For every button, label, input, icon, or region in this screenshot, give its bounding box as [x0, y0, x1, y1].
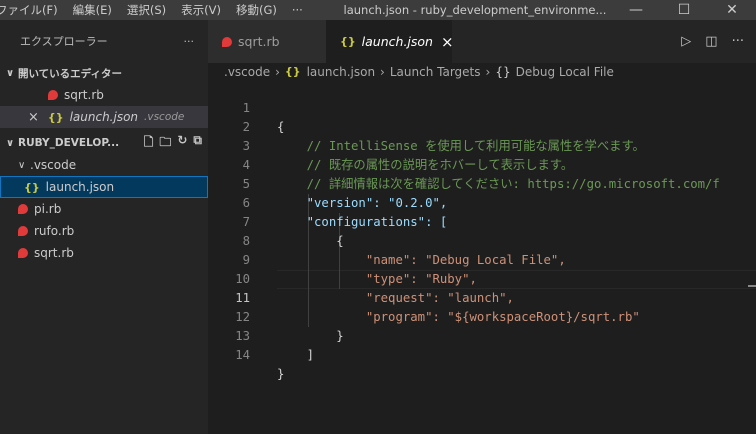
json-file-icon: {}: [284, 65, 301, 78]
ruby-file-icon: [18, 226, 28, 236]
chevron-down-icon: ∨: [18, 159, 26, 171]
collapse-all-icon[interactable]: ⧉: [193, 133, 202, 154]
breadcrumb-item[interactable]: Debug Local File: [516, 65, 614, 79]
folder-label: RUBY_DEVELOP...: [18, 137, 120, 149]
tree-item-label: .vscode: [30, 158, 77, 172]
tab-label: sqrt.rb: [238, 34, 280, 49]
window-title: launch.json - ruby_development_environme…: [343, 3, 607, 17]
json-file-icon: {}: [340, 35, 356, 48]
chevron-right-icon: ›: [380, 64, 385, 79]
breadcrumb: .vscode › {} launch.json › Launch Target…: [208, 63, 756, 80]
code-line: 2 // IntelliSense を使用して利用可能な属性を学べます。: [208, 99, 756, 153]
breadcrumb-item[interactable]: Launch Targets: [390, 65, 481, 79]
ruby-file-icon: [48, 90, 58, 100]
explorer-more-button[interactable]: ···: [184, 35, 195, 48]
tab-label: launch.json: [361, 34, 433, 49]
chevron-right-icon: ›: [275, 64, 280, 79]
code-text: ]: [277, 348, 315, 362]
menu-go[interactable]: 移動(G): [228, 0, 284, 20]
tree-item-file[interactable]: pi.rb: [0, 198, 208, 220]
open-editor-label: launch.json: [69, 110, 139, 124]
code-line: 9 "type": "Ruby",: [208, 232, 756, 286]
folder-section[interactable]: ∨ RUBY_DEVELOP... 🗋 🗀 ↻ ⧉: [0, 132, 208, 154]
code-line: 4 // 詳細情報は次を確認してください: https://go.microso…: [208, 137, 756, 191]
maximize-button[interactable]: ☐: [660, 0, 708, 20]
ruby-file-icon: [18, 204, 28, 214]
open-editor-item[interactable]: sqrt.rb: [0, 84, 208, 106]
title-bar: ファイル(F) 編集(E) 選択(S) 表示(V) 移動(G) ··· laun…: [0, 0, 756, 20]
tree-item-file[interactable]: {} launch.json: [0, 176, 208, 198]
menu-selection[interactable]: 選択(S): [119, 0, 173, 20]
explorer-sidebar: エクスプローラー ··· ∨ 開いているエディター sqrt.rb × {} l…: [0, 20, 208, 434]
menu-file[interactable]: ファイル(F): [0, 0, 65, 20]
editor-actions: ▷ ◫ ···: [681, 20, 756, 63]
tree-item-file[interactable]: rufo.rb: [0, 220, 208, 242]
code-editor[interactable]: 1 { 2 // IntelliSense を使用して利用可能な属性を学べます。…: [208, 80, 756, 434]
object-icon: {}: [495, 64, 511, 79]
explorer-toolbar: 🗋 🗀 ↻ ⧉: [144, 133, 202, 154]
tree-item-folder[interactable]: ∨ .vscode: [0, 154, 208, 176]
tab-sqrt-rb[interactable]: sqrt.rb: [208, 20, 326, 63]
tree-item-label: pi.rb: [34, 202, 62, 216]
window-controls: — ☐ ✕: [612, 0, 756, 20]
split-editor-icon[interactable]: ◫: [705, 34, 717, 49]
open-editors-section[interactable]: ∨ 開いているエディター: [0, 62, 208, 84]
open-editor-detail: .vscode: [144, 111, 185, 123]
code-line: 1 {: [208, 80, 756, 134]
explorer-header: エクスプローラー ···: [0, 20, 208, 62]
code-line: 6 "configurations": [: [208, 175, 756, 229]
refresh-icon[interactable]: ↻: [177, 133, 187, 154]
tree-item-label: launch.json: [45, 180, 115, 194]
open-editors-label: 開いているエディター: [18, 67, 122, 80]
chevron-right-icon: ›: [485, 64, 491, 79]
explorer-title: エクスプローラー: [20, 35, 108, 48]
new-folder-icon[interactable]: 🗀: [159, 133, 171, 154]
breadcrumb-item[interactable]: .vscode: [224, 65, 270, 79]
more-actions-icon[interactable]: ···: [732, 34, 744, 49]
code-line: 8 "name": "Debug Local File",: [208, 213, 756, 267]
code-line: 3 // 既存の属性の説明をホバーして表示します。: [208, 118, 756, 172]
minimize-button[interactable]: —: [612, 0, 660, 20]
breadcrumb-item[interactable]: launch.json: [307, 65, 375, 79]
tree-item-label: sqrt.rb: [34, 246, 74, 260]
code-line: 12 }: [208, 289, 756, 343]
code-line: 10 "request": "launch",: [208, 251, 756, 305]
close-editor-icon[interactable]: ×: [28, 110, 39, 125]
menu-view[interactable]: 表示(V): [173, 0, 228, 20]
code-line: 7 {: [208, 194, 756, 248]
editor-tabs: sqrt.rb {} launch.json × ▷ ◫ ···: [208, 20, 756, 63]
json-file-icon: {}: [24, 180, 40, 194]
open-editor-label: sqrt.rb: [64, 88, 104, 102]
line-number: 14: [235, 348, 250, 362]
run-icon[interactable]: ▷: [681, 34, 691, 49]
new-file-icon[interactable]: 🗋: [144, 133, 154, 154]
code-line: 14 }: [208, 327, 756, 381]
tab-launch-json[interactable]: {} launch.json ×: [326, 20, 454, 63]
close-tab-icon[interactable]: ×: [441, 33, 454, 51]
code-line: 5 "version": "0.2.0",: [208, 156, 756, 210]
chevron-down-icon: ∨: [6, 137, 15, 149]
tree-item-label: rufo.rb: [34, 224, 75, 238]
close-window-button[interactable]: ✕: [708, 0, 756, 20]
code-text: }: [277, 367, 285, 381]
tree-item-file[interactable]: sqrt.rb: [0, 242, 208, 264]
menu-bar: ファイル(F) 編集(E) 選択(S) 表示(V) 移動(G) ···: [0, 0, 310, 20]
chevron-down-icon: ∨: [6, 67, 15, 79]
json-file-icon: {}: [47, 110, 64, 124]
open-editor-item[interactable]: × {} launch.json .vscode: [0, 106, 208, 128]
ruby-file-icon: [18, 248, 28, 258]
code-line: 13 ]: [208, 308, 756, 362]
code-line: 11 "program": "${workspaceRoot}/sqrt.rb": [208, 270, 756, 324]
ruby-file-icon: [222, 36, 232, 47]
menu-edit[interactable]: 編集(E): [65, 0, 119, 20]
